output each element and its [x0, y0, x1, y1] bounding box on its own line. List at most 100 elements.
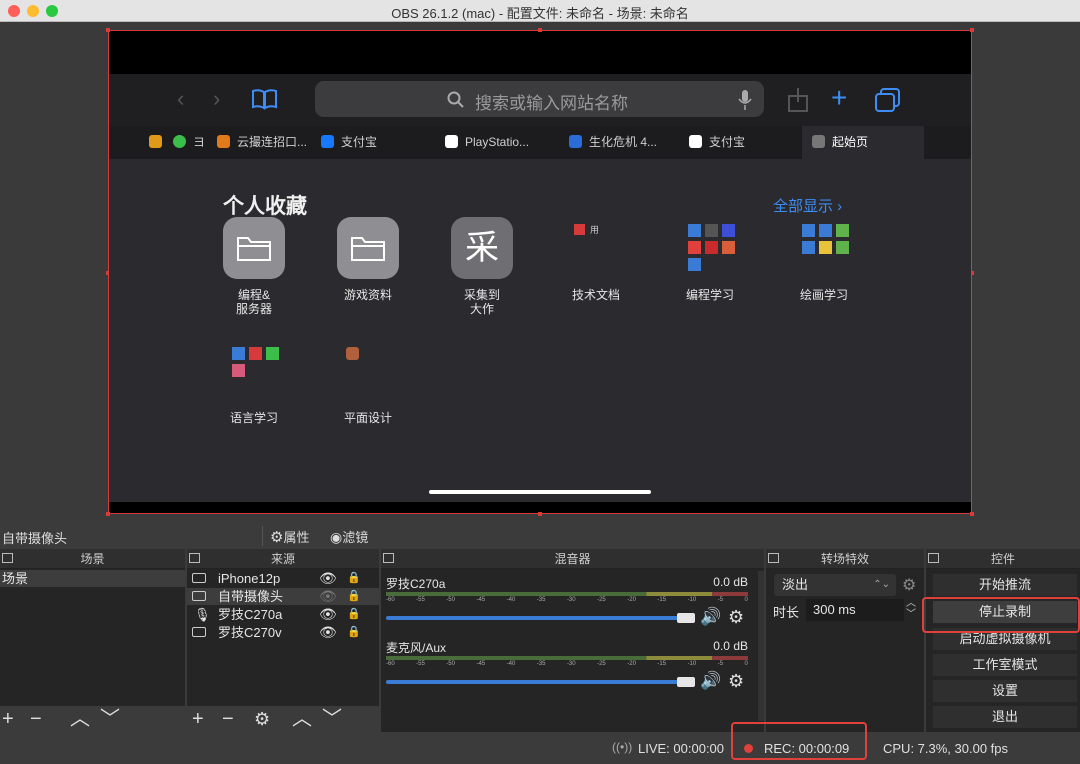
volume-slider[interactable]	[386, 680, 686, 684]
source-item[interactable]: 🎙 罗技C270a 👁 🔒	[187, 606, 379, 623]
sources-panel-header: 来源	[187, 549, 379, 569]
tab-item[interactable]: 支付宝	[689, 126, 794, 159]
volume-slider[interactable]	[386, 616, 686, 620]
speaker-icon[interactable]: 🔊	[700, 607, 721, 627]
properties-button[interactable]: ⚙属性	[270, 527, 309, 546]
tab-active[interactable]: 起始页	[802, 126, 924, 159]
undock-icon[interactable]	[383, 553, 394, 563]
move-up-icon[interactable]: ︿	[292, 709, 312, 729]
duration-stepper[interactable]: ︿ ﹀	[906, 598, 916, 620]
resize-handle[interactable]	[538, 28, 542, 32]
mixer-channel-name: 罗技C270a	[386, 577, 446, 591]
folder-icon	[351, 237, 385, 261]
lock-icon[interactable]: 🔒	[347, 606, 361, 623]
browser-toolbar: ‹ › 搜索或输入网站名称 +	[109, 74, 971, 126]
lock-icon[interactable]: 🔒	[347, 570, 361, 587]
tab-item[interactable]: 云撮连招口...	[217, 126, 317, 159]
source-item[interactable]: 罗技C270v 👁 🔒	[187, 624, 379, 641]
resize-handle[interactable]	[106, 28, 110, 32]
title-bar: OBS 26.1.2 (mac) - 配置文件: 未命名 - 场景: 未命名	[0, 0, 1080, 22]
current-source-name: 自带摄像头	[2, 531, 68, 546]
visibility-eye-icon[interactable]: 👁	[319, 624, 337, 641]
sources-list: iPhone12p 👁 🔒 自带摄像头 👁 🔒 🎙 罗技C270a 👁 🔒 罗技…	[187, 569, 379, 706]
resize-handle[interactable]	[970, 512, 974, 516]
favorite-item[interactable]: 用 技术文档	[541, 217, 651, 302]
move-down-icon[interactable]: ﹀	[322, 709, 342, 729]
bookmarks-icon[interactable]	[251, 88, 278, 110]
window-title: OBS 26.1.2 (mac) - 配置文件: 未命名 - 场景: 未命名	[391, 6, 689, 21]
controls-panel-header: 控件	[926, 549, 1080, 569]
forward-icon[interactable]: ›	[213, 86, 220, 112]
move-up-icon[interactable]: ︿	[70, 709, 90, 729]
favorite-item[interactable]: 采 采集到 大作	[427, 217, 537, 316]
new-tab-icon[interactable]: +	[831, 82, 847, 114]
mixer-channel-name: 麦克风/Aux	[386, 641, 447, 655]
undock-icon[interactable]	[928, 553, 939, 563]
show-all-link[interactable]: 全部显示 ›	[773, 195, 842, 216]
add-source-button[interactable]: +	[192, 709, 204, 729]
volume-meter	[386, 656, 748, 660]
share-icon[interactable]	[787, 87, 809, 113]
meter-scale: -60 -55 -50 -45 -40 -35 -30 -25 -20 -15 -10 -5 0	[386, 661, 748, 667]
studio-mode-button[interactable]: 工作室模式	[932, 653, 1078, 677]
filter-icon: ◉	[330, 529, 343, 545]
undock-icon[interactable]	[2, 553, 13, 563]
favorite-item[interactable]: 编程学习	[655, 217, 765, 302]
scrollbar[interactable]	[758, 571, 764, 721]
source-item[interactable]: iPhone12p 👁 🔒	[187, 570, 379, 587]
tab-item[interactable]: 支付宝	[321, 126, 426, 159]
tabs-overview-icon[interactable]	[875, 88, 901, 112]
favorite-item[interactable]: 平面设计	[313, 340, 423, 425]
mixer-panel-header: 混音器	[381, 549, 764, 569]
hidden-eye-icon[interactable]: 👁	[319, 588, 337, 605]
speaker-icon[interactable]: 🔊	[700, 671, 721, 691]
resize-handle[interactable]	[970, 28, 974, 32]
volume-slider-handle[interactable]	[677, 613, 695, 623]
start-streaming-button[interactable]: 开始推流	[932, 573, 1078, 597]
favorite-item[interactable]: 绘画学习	[769, 217, 879, 302]
tab-partial[interactable]: ヨ	[173, 126, 205, 159]
scene-item[interactable]: 场景	[0, 570, 185, 587]
resize-handle[interactable]	[538, 512, 542, 516]
search-placeholder: 搜索或输入网站名称	[475, 94, 628, 113]
source-item[interactable]: 自带摄像头 👁 🔒	[187, 588, 379, 605]
lock-icon[interactable]: 🔒	[347, 624, 361, 641]
address-bar[interactable]: 搜索或输入网站名称	[315, 81, 764, 117]
captured-screen: ‹ › 搜索或输入网站名称 + ヨ 云撮连招口... 支付宝 PlayStati…	[109, 74, 971, 502]
transitions-panel: 淡出 ⌃⌄ ⚙ 时长 300 ms ︿ ﹀	[766, 569, 924, 732]
visibility-eye-icon[interactable]: 👁	[319, 570, 337, 587]
favorite-item[interactable]: 游戏资料	[313, 217, 423, 302]
tab-partial[interactable]	[149, 126, 169, 159]
source-settings-gear-icon[interactable]: ⚙	[254, 709, 270, 729]
remove-scene-button[interactable]: −	[30, 709, 42, 729]
mixer-gear-icon[interactable]: ⚙	[728, 607, 744, 628]
preview-canvas[interactable]: ‹ › 搜索或输入网站名称 + ヨ 云撮连招口... 支付宝 PlayStati…	[106, 28, 974, 516]
back-icon[interactable]: ‹	[177, 86, 184, 112]
tab-item[interactable]: PlayStatio...	[445, 126, 553, 159]
duration-input[interactable]: 300 ms	[806, 599, 904, 621]
tab-item[interactable]: 生化危机 4...	[569, 126, 679, 159]
undock-icon[interactable]	[189, 553, 200, 563]
camera-icon	[192, 591, 206, 601]
resize-handle[interactable]	[106, 512, 110, 516]
undock-icon[interactable]	[768, 553, 779, 563]
add-scene-button[interactable]: +	[2, 709, 14, 729]
move-down-icon[interactable]: ﹀	[100, 709, 120, 729]
transition-select[interactable]: 淡出 ⌃⌄	[774, 574, 896, 596]
mixer-gear-icon[interactable]: ⚙	[728, 671, 744, 692]
remove-source-button[interactable]: −	[222, 709, 234, 729]
exit-button[interactable]: 退出	[932, 705, 1078, 729]
volume-slider-handle[interactable]	[677, 677, 695, 687]
visibility-eye-icon[interactable]: 👁	[319, 606, 337, 623]
favorite-item[interactable]: 编程& 服务器	[199, 217, 309, 316]
mini-icons-grid	[223, 340, 285, 402]
lock-icon[interactable]: 🔒	[347, 588, 361, 605]
camera-icon	[192, 627, 206, 637]
favorite-item[interactable]: 语言学习	[199, 340, 309, 425]
transition-gear-icon[interactable]: ⚙	[902, 575, 916, 595]
microphone-icon[interactable]	[738, 89, 752, 111]
browser-tabs: ヨ 云撮连招口... 支付宝 PlayStatio... 生化危机 4... 支…	[109, 126, 971, 159]
filters-button[interactable]: ◉滤镜	[330, 527, 368, 546]
settings-button[interactable]: 设置	[932, 679, 1078, 703]
mixer-channel-db: 0.0 dB	[713, 575, 748, 589]
